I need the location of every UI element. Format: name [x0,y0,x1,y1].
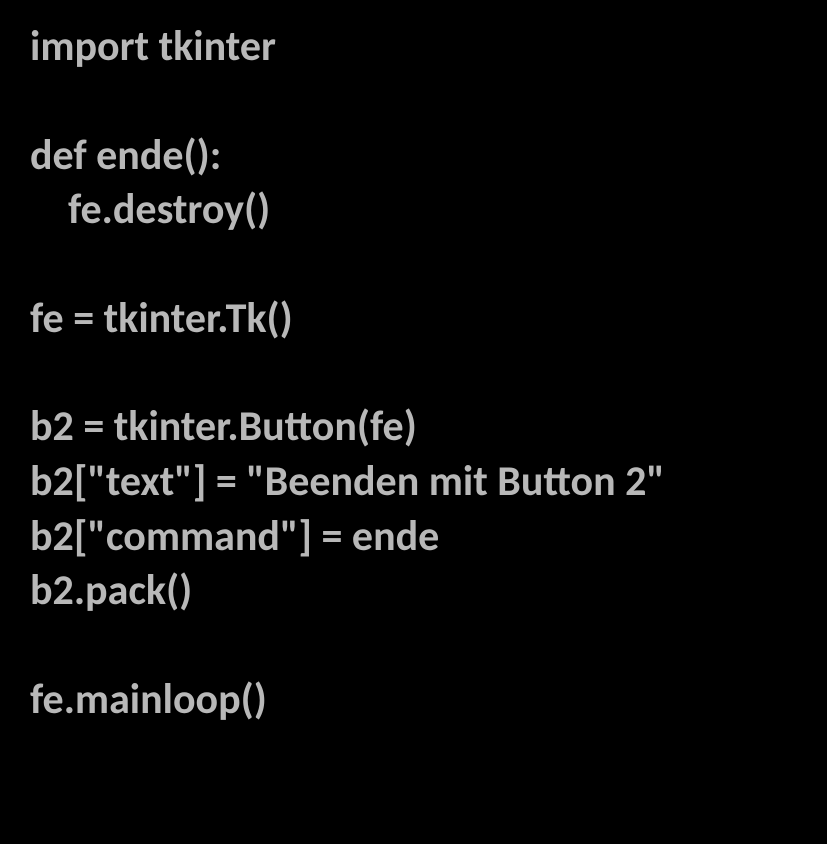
blank-line [30,238,797,292]
code-line-destroy: fe.destroy() [30,183,797,238]
code-line-pack: b2.pack() [30,564,797,619]
blank-line [30,346,797,400]
code-line-def: def ende(): [30,129,797,184]
code-line-mainloop: fe.mainloop() [30,673,797,728]
code-line-button: b2 = tkinter.Button(fe) [30,400,797,455]
code-line-tk: fe = tkinter.Tk() [30,292,797,347]
code-snippet: import tkinter def ende(): fe.destroy() … [30,20,797,727]
code-line-import: import tkinter [30,20,797,75]
code-line-text: b2["text"] = "Beenden mit Button 2" [30,455,797,510]
blank-line [30,75,797,129]
blank-line [30,619,797,673]
code-line-command: b2["command"] = ende [30,510,797,565]
